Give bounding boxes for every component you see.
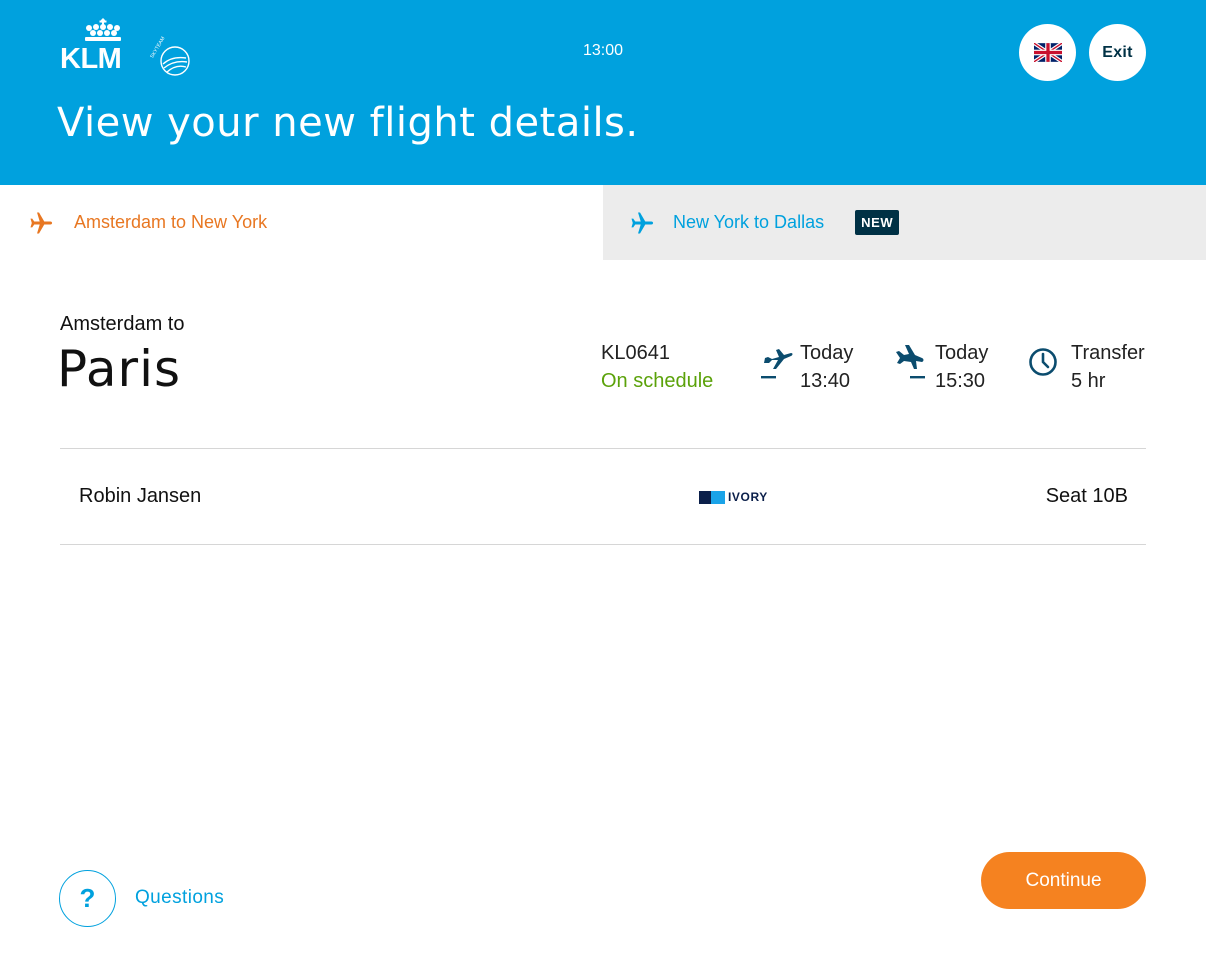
- tab-label: New York to Dallas: [673, 212, 825, 232]
- landing-icon: [896, 345, 925, 379]
- new-badge: NEW: [855, 210, 900, 235]
- svg-text:SKYTEAM: SKYTEAM: [149, 36, 166, 60]
- svg-text:KLM: KLM: [60, 43, 121, 75]
- page: KLM SKYTEAM 13:00 Exit View your new fli…: [0, 0, 1206, 965]
- questions-link[interactable]: Questions: [135, 887, 224, 909]
- tier-badge: IVORY: [699, 490, 768, 504]
- continue-button[interactable]: Continue: [981, 852, 1146, 909]
- transfer-label: Transfer: [1071, 342, 1145, 364]
- clock-icon: [1029, 348, 1057, 376]
- questions-button[interactable]: ?: [59, 870, 116, 927]
- route-destination: Paris: [57, 340, 182, 398]
- departure-info: Today 13:40: [760, 340, 870, 396]
- clock-time: 13:00: [582, 42, 624, 59]
- arrival-day: Today: [935, 342, 989, 364]
- language-button[interactable]: [1019, 24, 1076, 81]
- takeoff-icon: [761, 349, 793, 379]
- tab-new-york-dallas[interactable]: New York to Dallas NEW: [603, 185, 1206, 260]
- flight-number: KL0641: [601, 342, 670, 364]
- transfer-duration: 5 hr: [1071, 370, 1106, 392]
- tier-icon: [699, 490, 725, 504]
- tab-label: Amsterdam to New York: [74, 212, 268, 232]
- exit-button[interactable]: Exit: [1089, 24, 1146, 81]
- arrival-time: 15:30: [935, 370, 986, 392]
- transfer-info: Transfer 5 hr: [1027, 340, 1157, 396]
- header: KLM SKYTEAM 13:00 Exit View your new fli…: [0, 0, 1206, 185]
- divider: [60, 448, 1146, 449]
- passenger-name: Robin Jansen: [79, 485, 202, 507]
- uk-flag-icon: [1033, 43, 1062, 62]
- flight-status: On schedule: [601, 370, 714, 392]
- plane-icon: [627, 208, 657, 238]
- tab-amsterdam-new-york[interactable]: Amsterdam to New York: [0, 185, 603, 260]
- divider: [60, 544, 1146, 545]
- question-icon: ?: [79, 883, 96, 913]
- departure-day: Today: [800, 342, 854, 364]
- route-origin: Amsterdam to: [60, 313, 185, 335]
- seat-number: Seat 10B: [1045, 485, 1128, 507]
- page-title: View your new flight details.: [57, 100, 639, 146]
- departure-time: 13:40: [800, 370, 851, 392]
- arrival-info: Today 15:30: [893, 340, 1003, 396]
- plane-icon: [26, 208, 56, 238]
- tier-label: IVORY: [728, 490, 768, 504]
- klm-logo: KLM SKYTEAM: [60, 18, 190, 76]
- flight-tabs: Amsterdam to New York New York to Dallas…: [0, 185, 1206, 260]
